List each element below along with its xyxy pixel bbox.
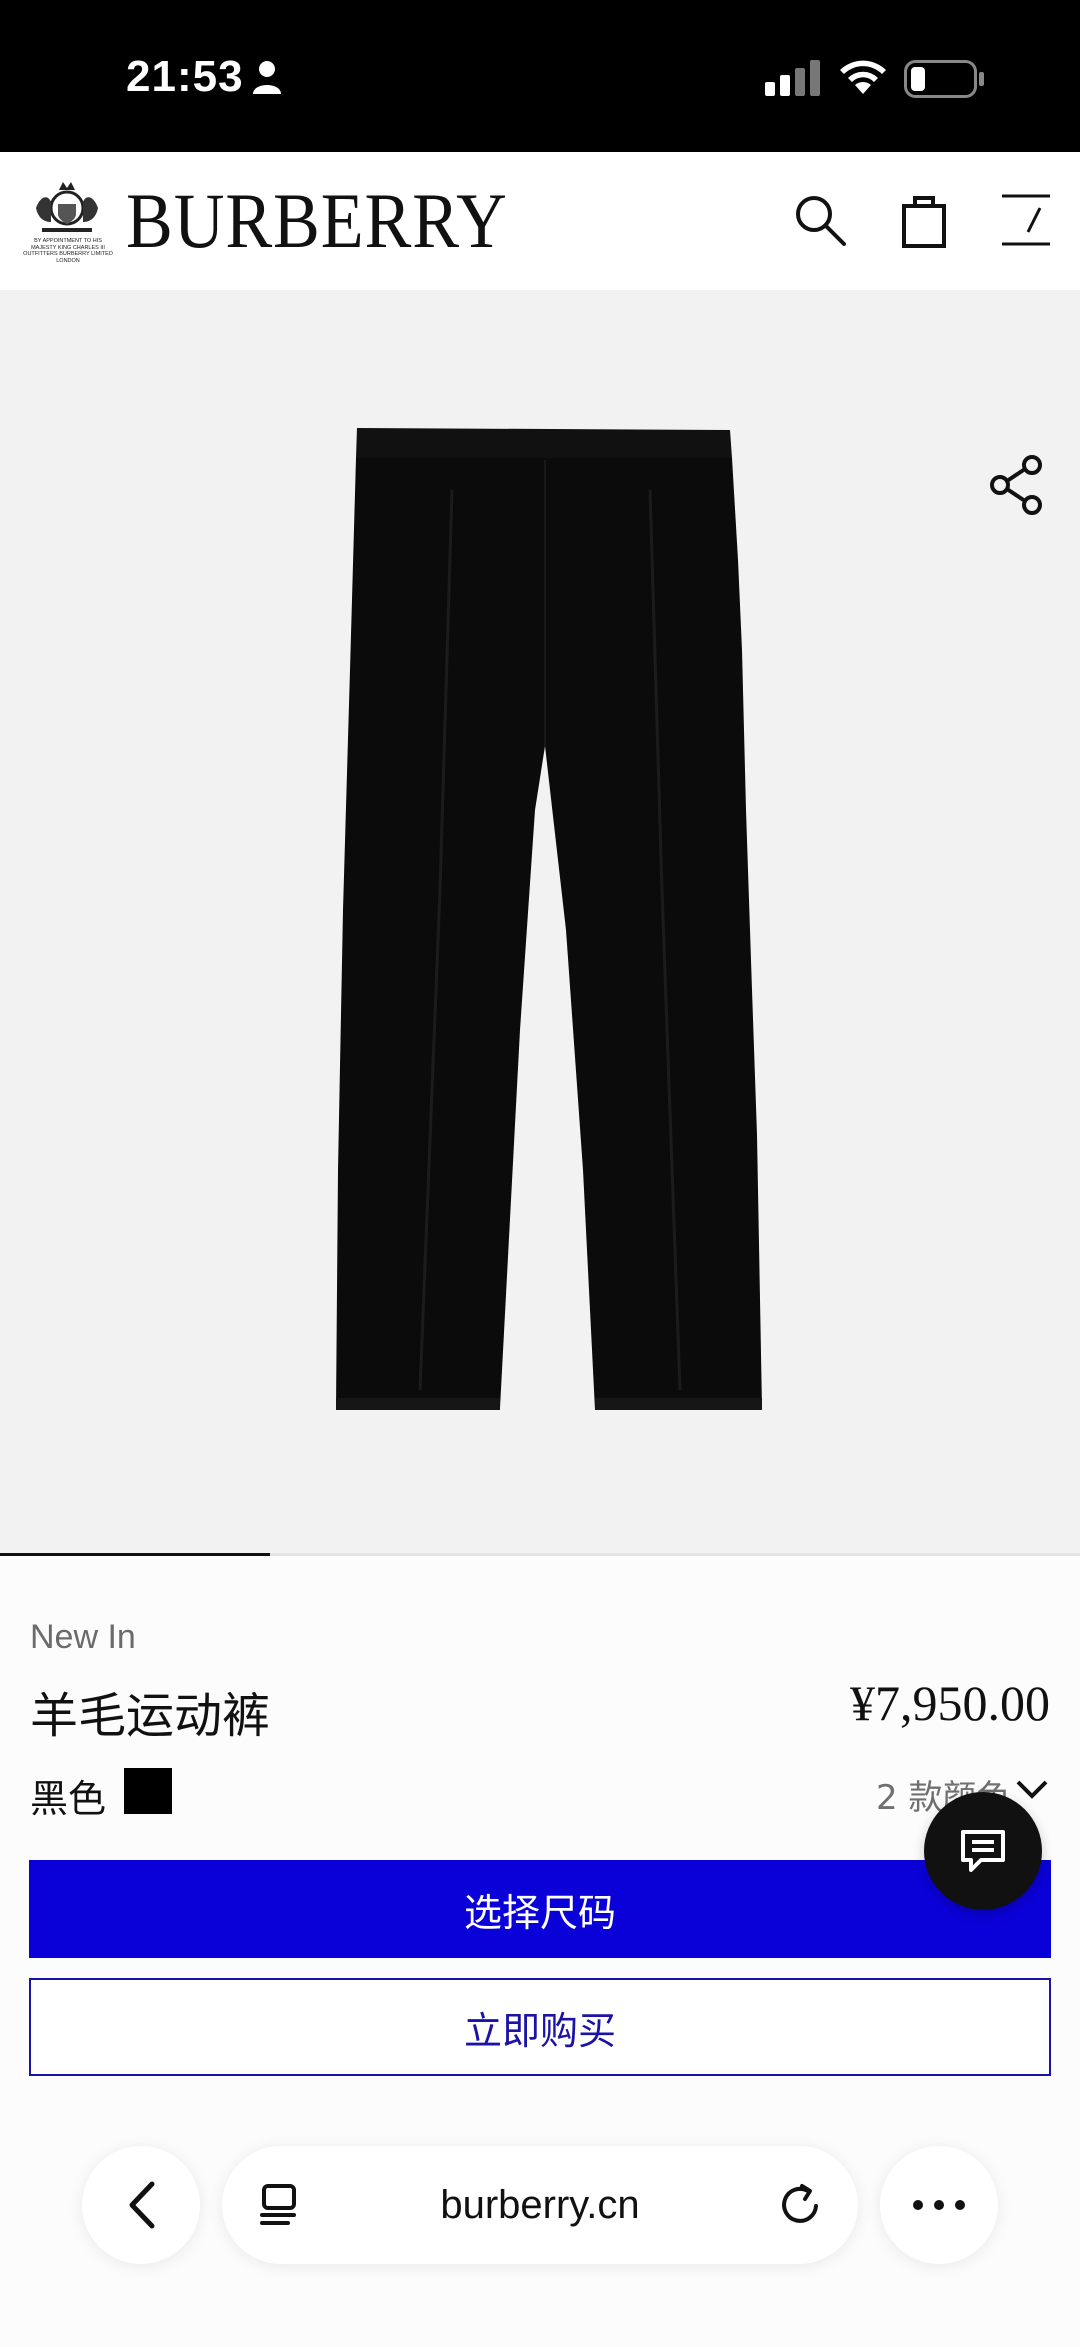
shopping-bag-button[interactable]	[894, 190, 954, 250]
chevron-down-icon[interactable]	[1014, 1774, 1050, 1804]
share-icon	[990, 455, 1042, 515]
browser-back-button[interactable]	[82, 2146, 200, 2264]
new-in-badge: New In	[30, 1618, 136, 1656]
chat-bubble-icon	[961, 1830, 1005, 1872]
status-bar: 21:53	[0, 0, 1080, 152]
more-dots-icon	[913, 2200, 965, 2210]
search-icon	[796, 196, 846, 246]
product-name: 羊毛运动裤	[30, 1688, 271, 1744]
shopping-bag-icon	[902, 196, 946, 248]
select-size-button[interactable]: 选择尺码	[29, 1860, 1051, 1958]
address-bar[interactable]: burberry.cn	[222, 2146, 858, 2264]
product-image-gallery[interactable]	[0, 290, 1080, 1555]
product-price: ¥7,950.00	[850, 1675, 1050, 1731]
url-text[interactable]: burberry.cn	[222, 2146, 858, 2264]
reload-icon[interactable]	[778, 2182, 824, 2228]
status-time: 21:53	[126, 52, 244, 101]
chevron-left-icon	[129, 2181, 155, 2229]
color-name: 黑色	[30, 1777, 107, 1821]
battery-icon	[904, 60, 984, 98]
hamburger-menu-icon	[1002, 194, 1050, 246]
cellular-signal-icon	[765, 60, 820, 96]
brand-logo[interactable]: BURBERRY	[126, 176, 508, 266]
browser-more-button[interactable]	[880, 2146, 998, 2264]
color-swatch[interactable]	[124, 1768, 172, 1814]
search-button[interactable]	[790, 190, 850, 250]
site-header: By Appointment to His Majesty King Charl…	[0, 152, 1080, 290]
royal-warrant-text: By Appointment to His Majesty King Charl…	[23, 238, 113, 264]
product-image	[336, 428, 762, 1410]
person-icon	[253, 61, 281, 94]
menu-button[interactable]	[996, 190, 1056, 250]
share-button[interactable]	[988, 455, 1046, 515]
buy-now-button[interactable]: 立即购买	[29, 1978, 1051, 2076]
wifi-icon	[840, 60, 886, 94]
chat-button[interactable]	[924, 1792, 1042, 1910]
